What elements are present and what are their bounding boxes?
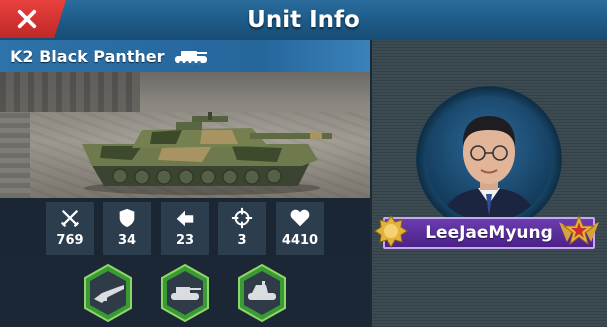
stat-defense: 34 — [103, 202, 151, 255]
stat-attack-value: 769 — [56, 233, 84, 248]
tank-icon — [174, 51, 207, 65]
stat-health: 4410 — [276, 202, 324, 255]
commander-portrait — [440, 116, 538, 222]
stat-attack: 769 — [46, 202, 94, 255]
crosshair-icon — [231, 207, 253, 229]
top-bar: Unit Info — [0, 0, 607, 41]
heart-icon — [290, 209, 310, 227]
stats-row: 769 34 23 3 4410 — [0, 198, 370, 259]
background-wall — [0, 112, 30, 198]
commander-panel: LeeJaeMyung — [372, 40, 607, 327]
crossed-swords-icon — [60, 209, 80, 228]
tank-model — [82, 112, 332, 195]
stat-range: 3 — [218, 202, 266, 255]
unit-name: K2 Black Panther — [10, 46, 165, 66]
avatar-frame — [416, 86, 562, 232]
winged-star-icon — [559, 214, 599, 246]
player-name: LeeJaeMyung — [425, 223, 553, 243]
stat-range-value: 3 — [237, 233, 247, 248]
tank-icon[interactable] — [159, 263, 211, 323]
avatar[interactable] — [426, 96, 552, 222]
gold-medal-icon — [374, 215, 408, 249]
shield-icon — [119, 208, 135, 228]
page-title: Unit Info — [247, 7, 360, 33]
unit-class-badges — [0, 259, 370, 327]
tank-destroyer-icon[interactable] — [236, 263, 288, 323]
unit-name-bar: K2 Black Panther — [0, 40, 370, 72]
stat-defense-value: 34 — [117, 233, 137, 248]
stat-health-value: 4410 — [281, 233, 319, 248]
stat-speed: 23 — [161, 202, 209, 255]
stat-speed-value: 23 — [175, 233, 195, 248]
rifle-icon[interactable] — [82, 263, 134, 323]
unit-panel: K2 Black Panther 769 34 23 3 4410 — [0, 40, 370, 327]
speed-arrow-icon — [176, 210, 194, 227]
unit-preview — [0, 72, 370, 198]
